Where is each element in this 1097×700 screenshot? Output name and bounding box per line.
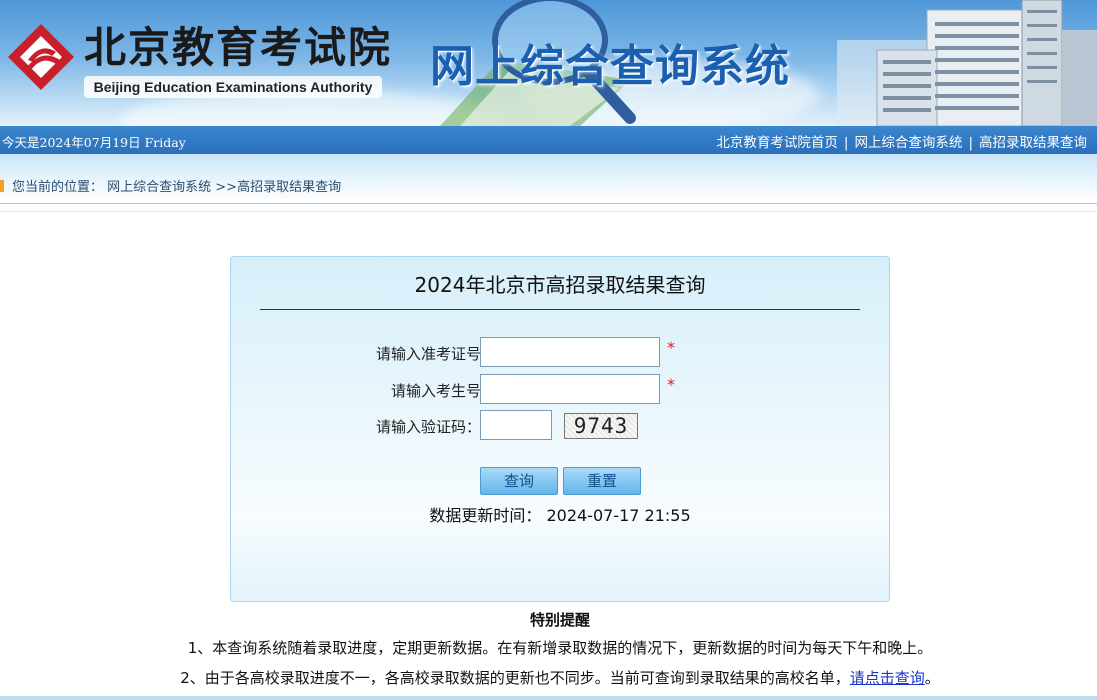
breadcrumb-bar: 您当前的位置： 网上综合查询系统 >>高招录取结果查询 bbox=[0, 154, 1097, 204]
notice-title: 特别提醒 bbox=[529, 611, 590, 629]
notice-item-1: 1、本查询系统随着录取进度，定期更新数据。在有新增录取数据的情况下，更新数据的时… bbox=[187, 639, 933, 657]
exam-number-label: 请输入准考证号 bbox=[375, 345, 481, 363]
top-nav-links: 北京教育考试院首页 | 网上综合查询系统 | 高招录取结果查询 bbox=[716, 131, 1087, 151]
submit-button[interactable]: 查询 bbox=[480, 467, 558, 495]
field-row-exam-number: 请输入准考证号 * bbox=[231, 337, 891, 367]
update-time-line: 数据更新时间： 2024-07-17 21:55 bbox=[231, 502, 889, 526]
breadcrumb-prefix: 您当前的位置： bbox=[12, 180, 104, 195]
site-banner: 北京教育考试院 Beijing Education Examinations A… bbox=[0, 0, 1097, 126]
divider bbox=[0, 211, 1097, 212]
notice-item-2: 2、由于各高校录取进度不一，各高校录取数据的更新也不同步。当前可查询到录取结果的… bbox=[0, 667, 1097, 688]
org-name-english: Beijing Education Examinations Authority bbox=[84, 76, 382, 98]
college-list-link[interactable]: 请点击查询 bbox=[850, 669, 925, 687]
exam-number-input[interactable] bbox=[480, 337, 660, 367]
bottom-divider bbox=[0, 696, 1097, 700]
system-name: 网上综合查询系统 bbox=[430, 41, 790, 92]
field-row-candidate-number: 请输入考生号 * bbox=[231, 374, 891, 404]
today-date: 今天是2024年07月19日 Friday bbox=[2, 135, 186, 150]
update-time-label: 数据更新时间： bbox=[429, 506, 542, 525]
captcha-label: 请输入验证码： bbox=[375, 418, 481, 436]
field-row-captcha: 请输入验证码： 9743 bbox=[231, 410, 891, 440]
required-mark: * bbox=[667, 375, 675, 394]
required-mark: * bbox=[667, 338, 675, 357]
query-panel: 2024年北京市高招录取结果查询 请输入准考证号 * 请输入考生号 * 请输入验… bbox=[230, 256, 890, 602]
notice-item-2-end: 。 bbox=[924, 669, 940, 687]
reset-button[interactable]: 重置 bbox=[563, 467, 641, 495]
breadcrumb: 您当前的位置： 网上综合查询系统 >>高招录取结果查询 bbox=[0, 176, 341, 195]
title-divider bbox=[260, 309, 860, 310]
breadcrumb-path[interactable]: 网上综合查询系统 >>高招录取结果查询 bbox=[107, 180, 341, 195]
org-name: 北京教育考试院 bbox=[84, 23, 393, 72]
notice-item-2-text: 2、由于各高校录取进度不一，各高校录取数据的更新也不同步。当前可查询到录取结果的… bbox=[180, 669, 850, 687]
nav-link-home[interactable]: 北京教育考试院首页 bbox=[716, 135, 838, 151]
top-nav-bar: 今天是2024年07月19日 Friday 北京教育考试院首页 | 网上综合查询系统… bbox=[0, 126, 1097, 154]
candidate-number-input[interactable] bbox=[480, 374, 660, 404]
nav-link-admission-query[interactable]: 高招录取结果查询 bbox=[979, 135, 1087, 151]
captcha-image[interactable]: 9743 bbox=[564, 413, 638, 439]
nav-link-query-system[interactable]: 网上综合查询系统 bbox=[854, 135, 962, 151]
nav-separator: | bbox=[843, 135, 849, 151]
building-image bbox=[837, 0, 1097, 126]
candidate-number-label: 请输入考生号 bbox=[390, 382, 481, 400]
captcha-input[interactable] bbox=[480, 410, 552, 440]
nav-separator: | bbox=[968, 135, 973, 151]
panel-title: 2024年北京市高招录取结果查询 bbox=[414, 273, 706, 297]
authority-logo-icon bbox=[8, 24, 74, 90]
breadcrumb-marker-icon bbox=[0, 180, 4, 192]
update-time-value: 2024-07-17 21:55 bbox=[546, 506, 691, 525]
